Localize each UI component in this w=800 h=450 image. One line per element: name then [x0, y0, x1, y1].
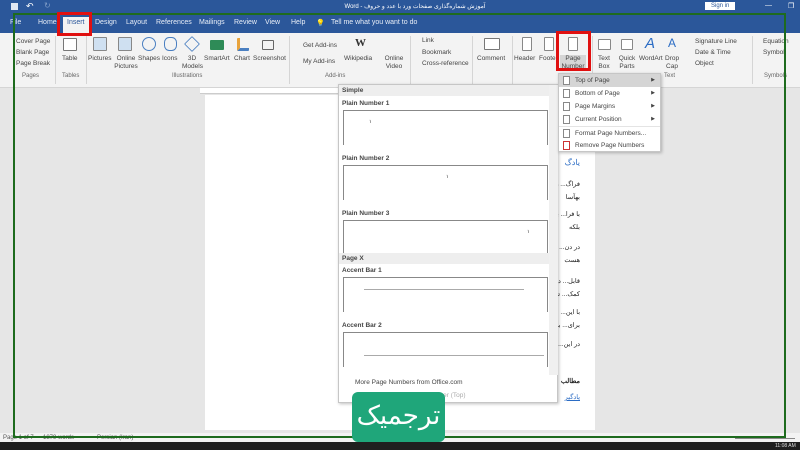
clock: 11:08 AM — [775, 443, 796, 449]
zoom-slider[interactable] — [735, 438, 795, 439]
minimize-button[interactable]: — — [765, 2, 772, 9]
window-title: آموزش شماره‌گذاری صفحات ورد با عدد و حرو… — [344, 4, 486, 10]
insert-tab-highlight — [57, 12, 92, 36]
redo-icon[interactable]: ↻ — [44, 1, 51, 10]
logo-text: ترجمیک — [356, 400, 441, 430]
undo-icon[interactable]: ↶ — [26, 1, 34, 12]
title-bar: ↶ ↻ آموزش شماره‌گذاری صفحات ورد با عدد و… — [0, 0, 800, 14]
annotation-frame — [13, 13, 786, 438]
sign-in-button[interactable]: Sign in — [705, 2, 736, 10]
tarjomic-logo: ترجمیک — [352, 392, 445, 442]
save-icon[interactable] — [11, 3, 18, 10]
restore-button[interactable]: ❐ — [788, 2, 794, 10]
page-number-highlight — [556, 31, 591, 71]
taskbar: 11:08 AM — [0, 442, 800, 450]
